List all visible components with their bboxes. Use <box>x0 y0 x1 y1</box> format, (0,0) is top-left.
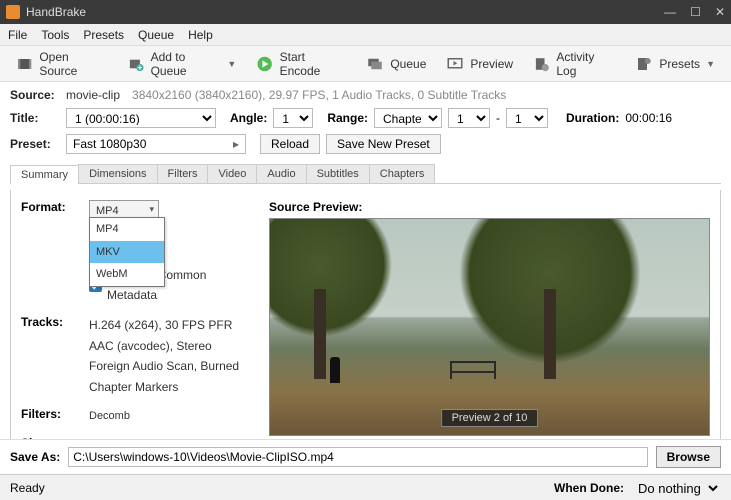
source-label: Source: <box>10 88 60 102</box>
tracks-label: Tracks: <box>21 315 69 329</box>
tracks-list: H.264 (x264), 30 FPS PFR AAC (avcodec), … <box>89 315 251 397</box>
menu-tools[interactable]: Tools <box>41 28 69 42</box>
format-label: Format: <box>21 200 69 214</box>
save-preset-button[interactable]: Save New Preset <box>326 134 441 154</box>
tab-chapters[interactable]: Chapters <box>369 164 436 183</box>
range-type-select[interactable]: Chapters <box>374 108 442 128</box>
status-text: Ready <box>10 481 45 495</box>
tab-filters[interactable]: Filters <box>157 164 209 183</box>
app-logo-icon <box>6 5 20 19</box>
menu-file[interactable]: File <box>8 28 27 42</box>
menu-queue[interactable]: Queue <box>138 28 174 42</box>
reload-preset-button[interactable]: Reload <box>260 134 320 154</box>
source-meta: 3840x2160 (3840x2160), 29.97 FPS, 1 Audi… <box>132 88 506 102</box>
close-button[interactable]: ✕ <box>715 5 725 19</box>
preset-picker[interactable]: Fast 1080p30 ▸ <box>66 134 246 154</box>
save-as-label: Save As: <box>10 450 60 464</box>
preview-icon <box>446 55 464 73</box>
log-icon <box>533 55 550 73</box>
queue-icon <box>366 55 384 73</box>
chevron-down-icon: ▼ <box>227 59 236 69</box>
format-dropdown-list: MP4 MKV WebM <box>89 217 165 287</box>
queue-button[interactable]: Queue <box>360 52 432 76</box>
format-select[interactable]: MP4 <box>89 200 159 218</box>
menu-presets[interactable]: Presets <box>83 28 124 42</box>
toolbar: Open Source Add to Queue ▼ Start Encode … <box>0 46 731 82</box>
source-preview-label: Source Preview: <box>269 200 710 214</box>
presets-icon <box>635 55 653 73</box>
tab-summary[interactable]: Summary <box>10 165 79 184</box>
when-done-select[interactable]: Do nothing <box>630 478 721 498</box>
tab-subtitles[interactable]: Subtitles <box>306 164 370 183</box>
preview-button[interactable]: Preview <box>440 52 519 76</box>
angle-label: Angle: <box>230 111 267 125</box>
menubar: File Tools Presets Queue Help <box>0 24 731 46</box>
menu-help[interactable]: Help <box>188 28 213 42</box>
preview-counter-badge: Preview 2 of 10 <box>441 409 539 427</box>
filters-label: Filters: <box>21 407 69 421</box>
open-source-button[interactable]: Open Source <box>10 47 113 81</box>
add-to-queue-button[interactable]: Add to Queue ▼ <box>121 47 242 81</box>
angle-select[interactable]: 1 <box>273 108 313 128</box>
source-name: movie-clip <box>66 88 120 102</box>
title-label: Title: <box>10 111 60 125</box>
tabstrip: Summary Dimensions Filters Video Audio S… <box>10 164 721 184</box>
browse-button[interactable]: Browse <box>656 446 721 468</box>
range-sep: - <box>496 111 500 125</box>
format-option-mp4[interactable]: MP4 <box>90 218 164 241</box>
preset-label: Preset: <box>10 137 60 151</box>
format-option-webm[interactable]: WebM <box>90 263 164 286</box>
chevron-down-icon: ▼ <box>706 59 715 69</box>
format-option-mkv[interactable]: MKV <box>90 241 164 264</box>
duration-value: 00:00:16 <box>625 111 672 125</box>
tab-audio[interactable]: Audio <box>256 164 306 183</box>
presets-button[interactable]: Presets ▼ <box>629 52 721 76</box>
titlebar: HandBrake — ☐ ✕ <box>0 0 731 24</box>
source-preview-image: Preview 2 of 10 <box>269 218 710 436</box>
queue-add-icon <box>127 55 144 73</box>
tab-video[interactable]: Video <box>207 164 257 183</box>
when-done-label: When Done: <box>554 481 624 495</box>
chevron-right-icon: ▸ <box>233 137 239 151</box>
minimize-button[interactable]: — <box>664 5 676 19</box>
filters-value: Decomb <box>89 407 251 426</box>
app-title: HandBrake <box>26 5 664 19</box>
duration-label: Duration: <box>566 111 619 125</box>
maximize-button[interactable]: ☐ <box>690 5 701 19</box>
save-path-input[interactable] <box>68 447 647 467</box>
range-to-select[interactable]: 1 <box>506 108 548 128</box>
tab-dimensions[interactable]: Dimensions <box>78 164 157 183</box>
title-select[interactable]: 1 (00:00:16) <box>66 108 216 128</box>
start-encode-button[interactable]: Start Encode <box>250 47 352 81</box>
film-icon <box>16 55 33 73</box>
play-icon <box>256 55 273 73</box>
range-label: Range: <box>327 111 368 125</box>
range-from-select[interactable]: 1 <box>448 108 490 128</box>
activity-log-button[interactable]: Activity Log <box>527 47 621 81</box>
